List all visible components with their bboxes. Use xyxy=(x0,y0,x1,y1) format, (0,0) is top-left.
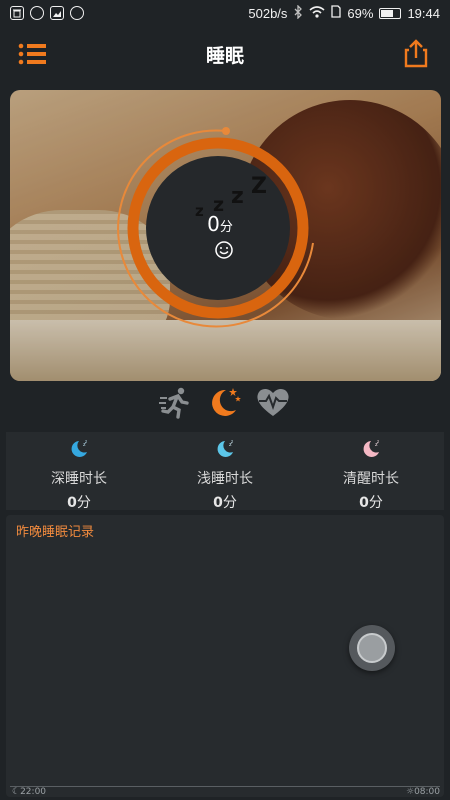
svg-text:z: z xyxy=(85,439,87,444)
app-header: 睡眠 xyxy=(0,26,450,82)
moon-stars-icon[interactable] xyxy=(206,384,242,420)
running-person-icon[interactable] xyxy=(157,384,193,420)
smiley-icon xyxy=(70,6,84,20)
awake-label: 清醒时长 xyxy=(343,471,399,487)
battery-percent: 69% xyxy=(347,5,374,21)
deep-sleep-label: 深睡时长 xyxy=(51,471,107,487)
deep-sleep-stat: zz 深睡时长 0分 xyxy=(6,432,152,511)
list-menu-icon[interactable] xyxy=(18,42,48,66)
status-bar: 502b/s 69% 19:44 xyxy=(0,0,450,26)
clock: 19:44 xyxy=(407,5,440,21)
record-start-time: ☾22:00 xyxy=(12,787,47,797)
light-sleep-stat: zz 浅睡时长 0分 xyxy=(152,432,298,511)
sleep-total-value: 0分 xyxy=(207,212,233,236)
record-end-time: ☼08:00 xyxy=(405,787,440,797)
heart-rate-icon[interactable] xyxy=(255,384,291,420)
wifi-icon xyxy=(309,5,325,21)
light-sleep-label: 浅睡时长 xyxy=(197,471,253,487)
image-icon xyxy=(50,6,64,20)
smiley-face-icon xyxy=(214,240,234,260)
sleep-stats-panel: zz 深睡时长 0分 zz 浅睡时长 0分 zz 清醒时长 0分 xyxy=(6,432,444,511)
deep-sleep-value: 0分 xyxy=(67,495,91,511)
network-speed: 502b/s xyxy=(248,5,288,21)
wechat-icon xyxy=(30,6,44,20)
moon-icon: zz xyxy=(360,438,382,464)
awake-stat: zz 清醒时长 0分 xyxy=(298,432,444,511)
share-upload-icon[interactable] xyxy=(404,38,428,68)
moon-icon: zz xyxy=(68,438,90,464)
battery-icon xyxy=(379,7,402,19)
sim-icon xyxy=(331,5,342,21)
awake-value: 0分 xyxy=(359,495,383,511)
light-sleep-value: 0分 xyxy=(213,495,237,511)
page-title: 睡眠 xyxy=(205,44,244,67)
record-axis xyxy=(10,786,440,787)
svg-text:z: z xyxy=(377,439,379,444)
svg-text:z: z xyxy=(231,439,233,444)
moon-icon: zz xyxy=(214,438,236,464)
mode-switcher xyxy=(0,380,450,426)
floating-assistive-button[interactable] xyxy=(349,625,395,671)
bluetooth-icon xyxy=(293,3,303,22)
record-title: 昨晚睡眠记录 xyxy=(16,525,95,540)
trash-icon xyxy=(10,6,24,20)
